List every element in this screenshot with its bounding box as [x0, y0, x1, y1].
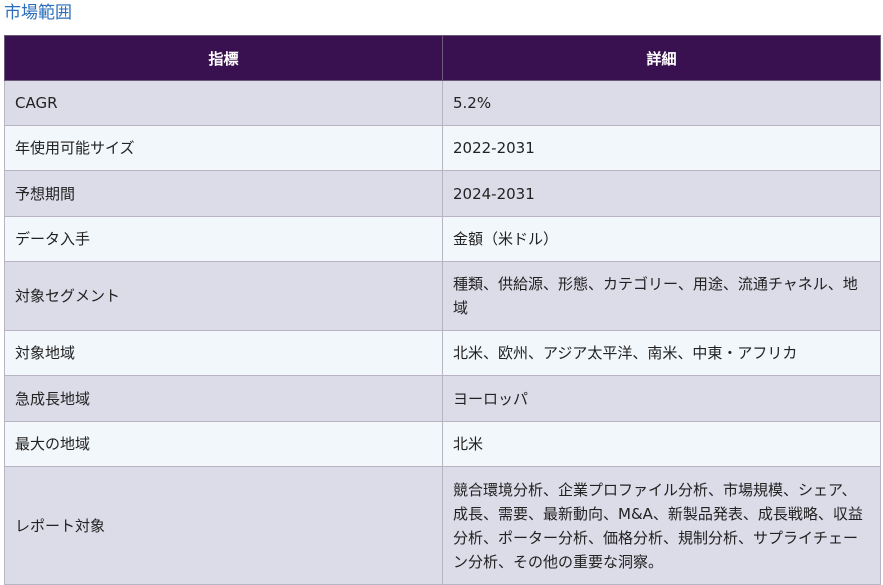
table-row: 対象セグメント 種類、供給源、形態、カテゴリー、用途、流通チャネル、地域 [4, 261, 881, 331]
row-detail: ヨーロッパ [442, 375, 881, 422]
row-metric: 対象セグメント [4, 261, 443, 331]
row-metric: データ入手 [4, 216, 443, 262]
table-row: 予想期間 2024-2031 [4, 170, 881, 217]
row-detail: 2024-2031 [442, 170, 881, 217]
row-detail: 北米、欧州、アジア太平洋、南米、中東・アフリカ [442, 330, 881, 376]
table-row: データ入手 金額（米ドル） [4, 216, 881, 262]
row-metric: 年使用可能サイズ [4, 125, 443, 171]
table-row: 年使用可能サイズ 2022-2031 [4, 125, 881, 171]
table-row: CAGR 5.2% [4, 80, 881, 126]
table-row: 急成長地域 ヨーロッパ [4, 375, 881, 422]
row-metric: 対象地域 [4, 330, 443, 376]
row-metric: 最大の地域 [4, 421, 443, 467]
row-detail: 金額（米ドル） [442, 216, 881, 262]
section-heading: 市場範囲 [4, 3, 72, 23]
table-header-row: 指標 詳細 [4, 35, 881, 81]
row-detail: 種類、供給源、形態、カテゴリー、用途、流通チャネル、地域 [442, 261, 881, 331]
row-detail: 2022-2031 [442, 125, 881, 171]
table-row: レポート対象 競合環境分析、企業プロファイル分析、市場規模、シェア、成長、需要、… [4, 466, 881, 585]
market-scope-table: 指標 詳細 CAGR 5.2% 年使用可能サイズ 2022-2031 予想期間 … [4, 35, 881, 585]
row-detail: 5.2% [442, 80, 881, 126]
row-detail: 競合環境分析、企業プロファイル分析、市場規模、シェア、成長、需要、最新動向、M&… [442, 466, 881, 585]
row-metric: 予想期間 [4, 170, 443, 217]
row-metric: CAGR [4, 80, 443, 126]
table-row: 対象地域 北米、欧州、アジア太平洋、南米、中東・アフリカ [4, 330, 881, 376]
table-row: 最大の地域 北米 [4, 421, 881, 467]
row-detail: 北米 [442, 421, 881, 467]
header-metric: 指標 [4, 35, 443, 81]
row-metric: 急成長地域 [4, 375, 443, 422]
row-metric: レポート対象 [4, 466, 443, 585]
header-detail: 詳細 [442, 35, 881, 81]
